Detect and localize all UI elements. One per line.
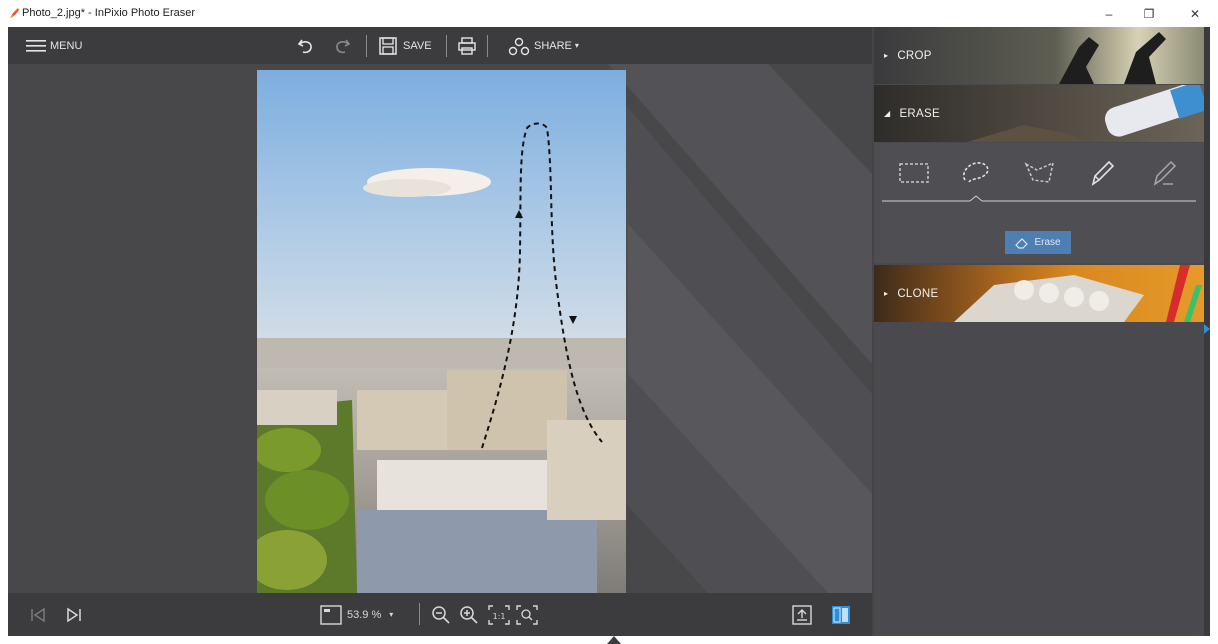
fit-to-window-button[interactable] xyxy=(320,593,342,636)
tool-selection-indicator xyxy=(882,195,1196,202)
erase-label-wrap: ◢ ERASE xyxy=(884,85,940,142)
redo-button[interactable] xyxy=(332,27,352,64)
zoom-out-button[interactable] xyxy=(431,593,451,636)
brush-tool[interactable] xyxy=(1084,155,1120,191)
actual-size-button[interactable]: 1:1 xyxy=(488,593,510,636)
photo-image xyxy=(257,70,626,593)
zoom-in-icon xyxy=(460,605,478,624)
print-icon xyxy=(458,36,476,55)
next-image-button[interactable] xyxy=(66,593,82,636)
zoom-value: 53.9 % xyxy=(347,608,382,621)
erase-label: ERASE xyxy=(899,107,940,120)
clone-section-header[interactable]: ▸ CLONE xyxy=(874,265,1204,322)
polygon-lasso-icon xyxy=(1024,161,1055,183)
window-title: Photo_2.jpg* - InPixio Photo Eraser xyxy=(22,7,196,19)
print-button[interactable] xyxy=(457,27,477,64)
crop-label: CROP xyxy=(897,49,932,62)
previous-icon xyxy=(31,607,45,622)
toolbar-divider xyxy=(366,35,367,57)
undo-button[interactable] xyxy=(296,27,316,64)
previous-image-button[interactable] xyxy=(30,593,46,636)
zoom-dropdown[interactable]: 53.9 % ▾ xyxy=(347,593,393,636)
eraser-brush-tool[interactable] xyxy=(1146,155,1182,191)
panel-side-strip[interactable] xyxy=(1204,27,1210,636)
erase-tools: Erase xyxy=(874,143,1204,263)
app-logo-icon xyxy=(10,8,19,18)
menu-button[interactable]: MENU xyxy=(26,27,82,64)
fit-screen-icon xyxy=(320,604,342,625)
close-button[interactable]: ✕ xyxy=(1172,0,1218,27)
zoom-in-button[interactable] xyxy=(459,593,479,636)
lasso-icon xyxy=(962,162,989,183)
share-icon xyxy=(508,37,530,55)
save-button[interactable]: SAVE xyxy=(378,27,432,64)
clone-label-wrap: ▸ CLONE xyxy=(884,265,938,322)
zoom-caret-icon: ▾ xyxy=(389,610,394,619)
zoom-out-icon xyxy=(432,605,450,624)
erase-button[interactable]: Erase xyxy=(1005,231,1071,254)
menu-label: MENU xyxy=(50,39,83,52)
title-bar: Photo_2.jpg* - InPixio Photo Eraser – ❐ … xyxy=(0,0,1218,27)
actual-size-icon: 1:1 xyxy=(488,604,510,625)
next-icon xyxy=(67,607,81,622)
zoom-fit-icon xyxy=(516,604,538,625)
hamburger-icon xyxy=(26,39,46,52)
save-icon xyxy=(379,36,397,55)
crop-label-wrap: ▸ CROP xyxy=(884,27,932,84)
share-label: SHARE xyxy=(534,39,572,52)
eraser-pen-icon xyxy=(1153,160,1177,186)
bottom-toolbar: 53.9 % ▾ 1:1 xyxy=(8,593,872,636)
crop-expand-icon: ▸ xyxy=(884,51,889,60)
upload-icon xyxy=(792,604,812,625)
erase-collapse-icon: ◢ xyxy=(884,109,891,118)
eraser-icon xyxy=(1015,237,1029,249)
save-label: SAVE xyxy=(403,39,432,52)
redo-icon xyxy=(336,39,351,53)
photo-preview[interactable] xyxy=(257,70,626,593)
bottombar-divider xyxy=(419,603,420,625)
erase-button-label: Erase xyxy=(1034,237,1061,248)
lasso-selection-tool[interactable] xyxy=(958,155,994,191)
zoom-fit-button[interactable] xyxy=(516,593,538,636)
erase-section-header[interactable]: ◢ ERASE xyxy=(874,85,1204,142)
share-caret-icon: ▾ xyxy=(574,41,579,50)
split-view-icon xyxy=(832,605,850,624)
clone-expand-icon: ▸ xyxy=(884,289,889,298)
undo-icon xyxy=(297,39,312,53)
toolbar-divider xyxy=(446,35,447,57)
app-window: MENU SAVE SHARE ▾ 53.9 % ▾ 1:1 ▸ CROP ◢ … xyxy=(8,27,1210,636)
marker-icon xyxy=(1091,160,1115,186)
top-toolbar: MENU SAVE SHARE ▾ xyxy=(8,27,872,64)
tools-panel: ▸ CROP ◢ ERASE Erase ▸ CLONE xyxy=(874,27,1204,636)
share-button[interactable]: SHARE ▾ xyxy=(508,27,579,64)
polygon-selection-tool[interactable] xyxy=(1022,155,1058,191)
toolbar-divider xyxy=(487,35,488,57)
export-button[interactable] xyxy=(792,593,812,636)
image-canvas[interactable] xyxy=(8,64,872,593)
rectangle-select-icon xyxy=(899,163,929,183)
svg-text:1:1: 1:1 xyxy=(493,612,506,621)
compare-view-button[interactable] xyxy=(831,593,851,636)
crop-section-header[interactable]: ▸ CROP xyxy=(874,27,1204,84)
show-filmstrip-icon[interactable] xyxy=(607,636,621,644)
clone-label: CLONE xyxy=(897,287,939,300)
restore-button[interactable]: ❐ xyxy=(1126,0,1172,27)
collapse-panel-icon xyxy=(1204,324,1210,334)
rectangle-selection-tool[interactable] xyxy=(896,155,932,191)
